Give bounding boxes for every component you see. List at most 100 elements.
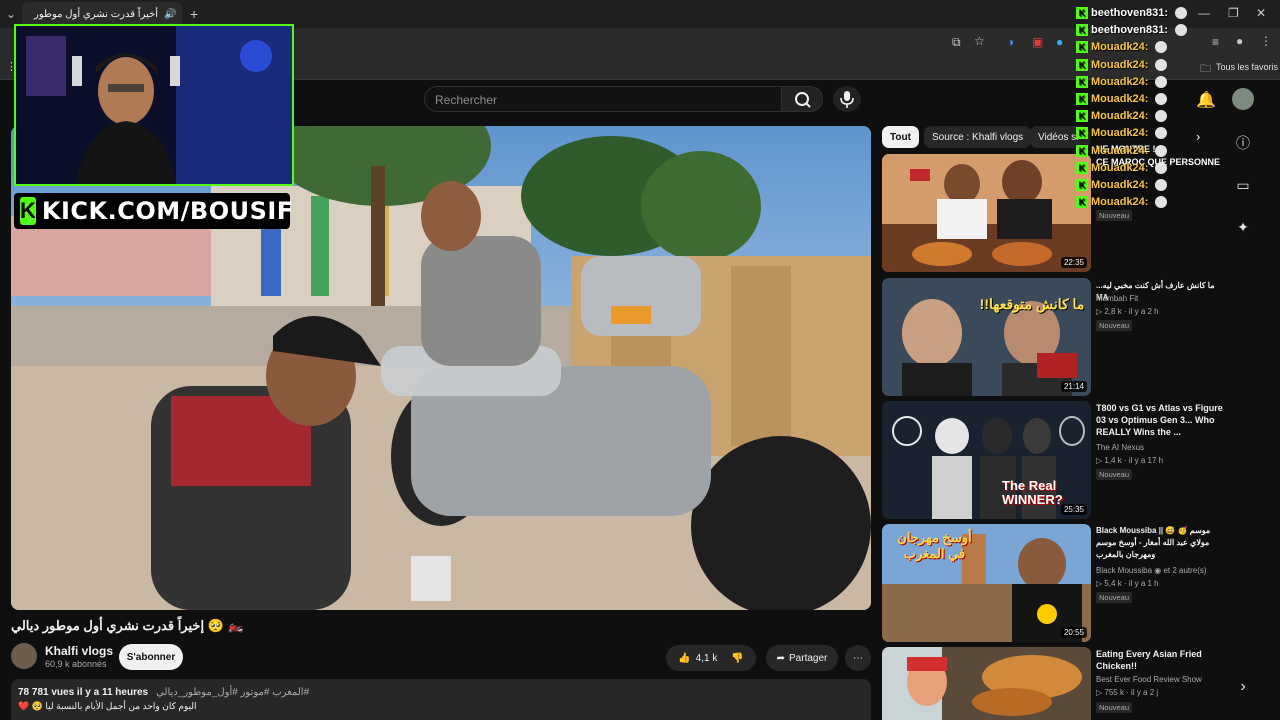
share-button[interactable]: ➦ Partager [766,645,838,671]
extension-icon[interactable]: ▣ [1032,35,1043,49]
kick-channel-banner: K KICK.COM/BOUSIF [14,193,293,229]
chat-message: Kbeethoven831: [1076,7,1188,19]
rec-thumbnail[interactable]: The Real WINNER? 25:35 [882,401,1091,519]
voice-search-button[interactable] [833,86,861,112]
browser-menu-icon[interactable]: ⋮ [1260,34,1272,48]
thumbnail-overlay-text: The Real WINNER? [1002,478,1063,507]
duration-badge: 22:35 [1060,257,1087,268]
rec-thumbnail[interactable]: 22:35 [882,154,1091,272]
streamer-webcam [14,24,294,186]
thumbnail-image [882,647,1091,720]
chat-username: Mouadk24: [1091,58,1149,71]
notifications-bell-icon[interactable]: 🔔 [1196,90,1216,110]
rec-meta: ▷ 2,8 k · il y a 2 h [1096,307,1159,316]
rec-meta: ▷ 5,4 k · il y a 1 h [1096,579,1159,588]
chat-emote-icon [1155,161,1168,174]
new-badge: Nouveau [1096,210,1133,221]
kick-badge-icon: K [1076,41,1088,54]
profile-icon[interactable]: ● [1236,34,1243,48]
chat-username: Mouadk24: [1091,161,1149,174]
chat-username: Mouadk24: [1091,110,1149,123]
chat-username: Mouadk24: [1091,41,1149,54]
chip-source[interactable]: Source : Khalfi vlogs [924,126,1032,148]
kick-badge-icon: K [1076,58,1088,71]
chat-message: K Mouadk24: [1076,127,1168,140]
chat-username: Mouadk24: [1091,196,1149,209]
install-app-icon[interactable]: ⧉ [952,35,961,50]
rec-title[interactable]: Black Moussiba || 😅 🥳 موسم مولاي عبد الل… [1096,525,1226,561]
chip-all[interactable]: Tout [882,126,919,148]
chat-message: K Mouadk24: [1076,179,1168,191]
new-badge: Nouveau [1096,320,1133,331]
chat-message: K Mouadk24: [1076,161,1168,174]
kick-badge-icon: K [1076,179,1088,191]
rec-thumbnail[interactable]: أوسخ مهرجان في المغرب 20:55 [882,524,1091,642]
bookmark-star-icon[interactable]: ☆ [974,34,985,48]
chat-message: K Mouadk24: [1076,41,1168,54]
duration-badge: 20:55 [1060,627,1087,638]
reading-list-icon[interactable]: ≡ [1212,35,1219,49]
tab-title: أخيراً قدرت نشري أول موطور [34,8,159,20]
chips-next-chevron-icon[interactable]: › [1196,129,1200,144]
kick-badge-icon: K [1076,93,1088,105]
description-text: اليوم كان واحد من أجمل الأيام بالنسبة لي… [18,701,197,711]
kick-badge-icon: K [1076,7,1088,19]
chat-emote-icon [1155,58,1168,71]
rec-channel[interactable]: Best Ever Food Review Show [1096,675,1202,684]
new-badge: Nouveau [1096,592,1133,603]
rec-channel[interactable]: Mambah Fit [1096,294,1138,303]
search-icon [795,92,811,108]
info-icon[interactable]: ⓘ [1233,133,1253,153]
rec-thumbnail[interactable]: ما كانش متوقعها!! 21:14 [882,278,1091,396]
new-tab-plus-icon[interactable]: + [190,6,198,22]
more-actions-button[interactable]: ⋯ [845,645,871,671]
extension-icon[interactable]: ◗ [1008,35,1015,49]
search-button[interactable] [781,86,823,112]
subscribe-button[interactable]: S'abonner [119,644,183,670]
minimize-icon[interactable]: — [1198,6,1210,20]
all-bookmarks-link[interactable]: Tous les favoris [1216,62,1278,72]
kick-badge-icon: K [1076,110,1088,123]
chat-message: Kbeethoven831: [1076,24,1188,37]
dislike-button[interactable]: 👎 [731,653,743,664]
like-button[interactable]: 👍 4,1 k [678,653,717,664]
new-badge: Nouveau [1096,469,1133,480]
chat-emote-icon [1155,41,1168,54]
duration-badge: 25:35 [1060,504,1087,515]
rec-title[interactable]: Eating Every Asian Fried Chicken!! [1096,648,1226,672]
folder-icon: 🗀 [1200,63,1211,75]
channel-name[interactable]: Khalfi vlogs [45,644,113,658]
rec-title[interactable]: T800 vs G1 vs Atlas vs Figure 03 vs Opti… [1096,402,1226,438]
description-box[interactable]: 78 781 vues il y a 11 heures #المغرب #مو… [11,679,871,720]
browser-tab[interactable]: أخيراً قدرت نشري أول موطور 🔊 ✕ [22,2,182,26]
like-count: 4,1 k [695,652,718,664]
tab-list-chevron-icon[interactable]: ⌄ [6,7,16,21]
account-avatar[interactable] [1232,88,1254,110]
thumbs-up-icon: 👍 [678,652,691,664]
next-chevron-icon[interactable]: › [1233,678,1253,698]
rec-channel[interactable]: The AI Nexus [1096,443,1144,452]
tab-audio-icon: 🔊 [164,8,177,20]
chat-bubble-icon[interactable]: ▭ [1233,177,1253,197]
description-hashtags[interactable]: #المغرب #موتور #أول_موطور_ديالي [156,687,309,698]
like-dislike-group: 👍 4,1 k 👎 [666,645,756,671]
chat-message: K Mouadk24: [1076,110,1168,123]
thumbs-down-icon: 👎 [731,652,744,664]
channel-avatar[interactable] [11,643,37,669]
rec-channel[interactable]: Black Moussiba ◉ et 2 autre(s) [1096,566,1207,575]
chat-username: Mouadk24: [1091,75,1149,88]
more-horizontal-icon: ⋯ [853,652,863,664]
kick-url: KICK.COM/BOUSIF [41,197,294,225]
maximize-icon[interactable]: ❐ [1228,6,1239,20]
sparkle-icon[interactable]: ✦ [1233,219,1253,239]
chat-emote-icon [1175,24,1188,37]
chat-emote-icon [1155,144,1168,157]
thumbnail-image [882,154,1091,272]
extension-icon[interactable]: ● [1056,35,1063,49]
rec-thumbnail[interactable] [882,647,1091,720]
chat-username: beethoven831: [1091,24,1169,37]
thumbnail-overlay-text: ما كانش متوقعها!! [979,296,1085,312]
close-window-icon[interactable]: ✕ [1256,6,1266,20]
search-input[interactable]: Rechercher [424,86,782,112]
video-title: 🏍️ 🥺 إخيراً قدرت نشري أول موطور ديالي [11,618,244,633]
